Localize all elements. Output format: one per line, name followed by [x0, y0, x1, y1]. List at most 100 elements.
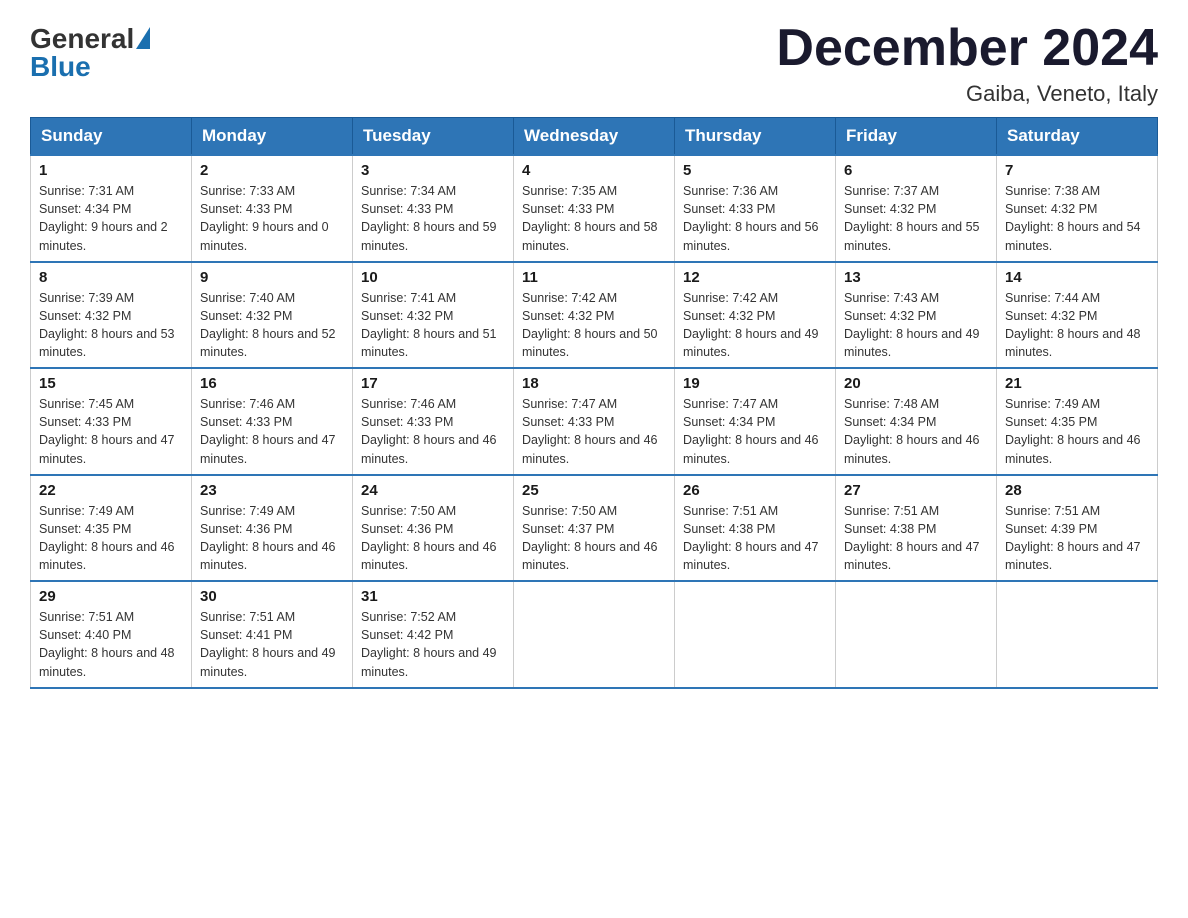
calendar-cell: 22 Sunrise: 7:49 AMSunset: 4:35 PMDayligh… [31, 475, 192, 582]
day-number: 27 [844, 482, 988, 499]
calendar-cell: 23Sunrise: 7:49 AMSunset: 4:36 PMDayligh… [192, 475, 353, 582]
calendar-header-row: SundayMondayTuesdayWednesdayThursdayFrid… [31, 118, 1158, 156]
day-number: 16 [200, 375, 344, 392]
day-number: 17 [361, 375, 505, 392]
day-number: 12 [683, 269, 827, 286]
day-number: 6 [844, 162, 988, 179]
day-info: Sunrise: 7:49 AMSunset: 4:35 PMDaylight:… [39, 502, 183, 575]
calendar-cell: 1 Sunrise: 7:31 AMSunset: 4:34 PMDaylight… [31, 155, 192, 262]
calendar-cell: 24Sunrise: 7:50 AMSunset: 4:36 PMDayligh… [353, 475, 514, 582]
day-info: Sunrise: 7:47 AMSunset: 4:33 PMDaylight:… [522, 395, 666, 468]
day-info: Sunrise: 7:31 AMSunset: 4:34 PMDaylight:… [39, 182, 183, 255]
column-header-monday: Monday [192, 118, 353, 156]
calendar-cell [514, 581, 675, 688]
calendar-cell: 16 Sunrise: 7:46 AMSunset: 4:33 PMDayligh… [192, 368, 353, 475]
day-number: 5 [683, 162, 827, 179]
column-header-sunday: Sunday [31, 118, 192, 156]
page-header: General Blue December 2024 Gaiba, Veneto… [30, 20, 1158, 107]
calendar-cell [997, 581, 1158, 688]
day-info: Sunrise: 7:39 AMSunset: 4:32 PMDaylight:… [39, 289, 183, 362]
day-number: 1 [39, 162, 183, 179]
calendar-cell: 26 Sunrise: 7:51 AMSunset: 4:38 PMDayligh… [675, 475, 836, 582]
calendar-cell: 10 Sunrise: 7:41 AMSunset: 4:32 PMDayligh… [353, 262, 514, 369]
day-info: Sunrise: 7:38 AMSunset: 4:32 PMDaylight:… [1005, 182, 1149, 255]
day-info: Sunrise: 7:40 AMSunset: 4:32 PMDaylight:… [200, 289, 344, 362]
day-number: 14 [1005, 269, 1149, 286]
day-info: Sunrise: 7:41 AMSunset: 4:32 PMDaylight:… [361, 289, 505, 362]
location-text: Gaiba, Veneto, Italy [776, 81, 1158, 107]
day-info: Sunrise: 7:51 AMSunset: 4:39 PMDaylight:… [1005, 502, 1149, 575]
day-info: Sunrise: 7:42 AMSunset: 4:32 PMDaylight:… [522, 289, 666, 362]
week-row-2: 8Sunrise: 7:39 AMSunset: 4:32 PMDaylight… [31, 262, 1158, 369]
column-header-thursday: Thursday [675, 118, 836, 156]
column-header-friday: Friday [836, 118, 997, 156]
day-info: Sunrise: 7:44 AMSunset: 4:32 PMDaylight:… [1005, 289, 1149, 362]
calendar-cell: 27Sunrise: 7:51 AMSunset: 4:38 PMDayligh… [836, 475, 997, 582]
day-number: 22 [39, 482, 183, 499]
week-row-5: 29Sunrise: 7:51 AMSunset: 4:40 PMDayligh… [31, 581, 1158, 688]
calendar-cell: 7 Sunrise: 7:38 AMSunset: 4:32 PMDaylight… [997, 155, 1158, 262]
calendar-cell: 12 Sunrise: 7:42 AMSunset: 4:32 PMDayligh… [675, 262, 836, 369]
day-number: 13 [844, 269, 988, 286]
day-number: 4 [522, 162, 666, 179]
day-number: 20 [844, 375, 988, 392]
day-info: Sunrise: 7:43 AMSunset: 4:32 PMDaylight:… [844, 289, 988, 362]
calendar-cell: 30 Sunrise: 7:51 AMSunset: 4:41 PMDayligh… [192, 581, 353, 688]
column-header-wednesday: Wednesday [514, 118, 675, 156]
day-info: Sunrise: 7:50 AMSunset: 4:37 PMDaylight:… [522, 502, 666, 575]
week-row-1: 1 Sunrise: 7:31 AMSunset: 4:34 PMDaylight… [31, 155, 1158, 262]
day-number: 19 [683, 375, 827, 392]
calendar-cell: 3 Sunrise: 7:34 AMSunset: 4:33 PMDaylight… [353, 155, 514, 262]
day-number: 25 [522, 482, 666, 499]
day-info: Sunrise: 7:46 AMSunset: 4:33 PMDaylight:… [200, 395, 344, 468]
day-info: Sunrise: 7:34 AMSunset: 4:33 PMDaylight:… [361, 182, 505, 255]
calendar-cell: 29Sunrise: 7:51 AMSunset: 4:40 PMDayligh… [31, 581, 192, 688]
column-header-saturday: Saturday [997, 118, 1158, 156]
calendar-cell: 11 Sunrise: 7:42 AMSunset: 4:32 PMDayligh… [514, 262, 675, 369]
calendar-cell: 14 Sunrise: 7:44 AMSunset: 4:32 PMDayligh… [997, 262, 1158, 369]
calendar-cell: 6Sunrise: 7:37 AMSunset: 4:32 PMDaylight… [836, 155, 997, 262]
day-info: Sunrise: 7:51 AMSunset: 4:41 PMDaylight:… [200, 608, 344, 681]
day-info: Sunrise: 7:35 AMSunset: 4:33 PMDaylight:… [522, 182, 666, 255]
day-number: 30 [200, 588, 344, 605]
day-info: Sunrise: 7:33 AMSunset: 4:33 PMDaylight:… [200, 182, 344, 255]
day-number: 21 [1005, 375, 1149, 392]
day-number: 11 [522, 269, 666, 286]
day-info: Sunrise: 7:46 AMSunset: 4:33 PMDaylight:… [361, 395, 505, 468]
calendar-cell: 5 Sunrise: 7:36 AMSunset: 4:33 PMDaylight… [675, 155, 836, 262]
day-info: Sunrise: 7:45 AMSunset: 4:33 PMDaylight:… [39, 395, 183, 468]
logo-blue-text: Blue [30, 53, 150, 81]
calendar-cell: 8Sunrise: 7:39 AMSunset: 4:32 PMDaylight… [31, 262, 192, 369]
title-block: December 2024 Gaiba, Veneto, Italy [776, 20, 1158, 107]
calendar-cell: 17 Sunrise: 7:46 AMSunset: 4:33 PMDayligh… [353, 368, 514, 475]
calendar-cell: 31 Sunrise: 7:52 AMSunset: 4:42 PMDayligh… [353, 581, 514, 688]
day-info: Sunrise: 7:52 AMSunset: 4:42 PMDaylight:… [361, 608, 505, 681]
day-number: 23 [200, 482, 344, 499]
day-info: Sunrise: 7:47 AMSunset: 4:34 PMDaylight:… [683, 395, 827, 468]
calendar-cell: 18Sunrise: 7:47 AMSunset: 4:33 PMDayligh… [514, 368, 675, 475]
day-number: 9 [200, 269, 344, 286]
day-number: 3 [361, 162, 505, 179]
day-number: 29 [39, 588, 183, 605]
day-number: 15 [39, 375, 183, 392]
day-info: Sunrise: 7:50 AMSunset: 4:36 PMDaylight:… [361, 502, 505, 575]
calendar-cell: 19 Sunrise: 7:47 AMSunset: 4:34 PMDayligh… [675, 368, 836, 475]
calendar-cell: 2 Sunrise: 7:33 AMSunset: 4:33 PMDaylight… [192, 155, 353, 262]
day-info: Sunrise: 7:36 AMSunset: 4:33 PMDaylight:… [683, 182, 827, 255]
day-number: 7 [1005, 162, 1149, 179]
day-number: 10 [361, 269, 505, 286]
week-row-3: 15 Sunrise: 7:45 AMSunset: 4:33 PMDayligh… [31, 368, 1158, 475]
calendar-cell: 21Sunrise: 7:49 AMSunset: 4:35 PMDayligh… [997, 368, 1158, 475]
calendar-cell: 4 Sunrise: 7:35 AMSunset: 4:33 PMDaylight… [514, 155, 675, 262]
calendar-cell [836, 581, 997, 688]
week-row-4: 22 Sunrise: 7:49 AMSunset: 4:35 PMDayligh… [31, 475, 1158, 582]
calendar-table: SundayMondayTuesdayWednesdayThursdayFrid… [30, 117, 1158, 689]
calendar-cell: 20Sunrise: 7:48 AMSunset: 4:34 PMDayligh… [836, 368, 997, 475]
calendar-cell: 25 Sunrise: 7:50 AMSunset: 4:37 PMDayligh… [514, 475, 675, 582]
day-info: Sunrise: 7:51 AMSunset: 4:38 PMDaylight:… [683, 502, 827, 575]
day-number: 26 [683, 482, 827, 499]
day-info: Sunrise: 7:42 AMSunset: 4:32 PMDaylight:… [683, 289, 827, 362]
day-number: 28 [1005, 482, 1149, 499]
day-number: 2 [200, 162, 344, 179]
day-number: 31 [361, 588, 505, 605]
